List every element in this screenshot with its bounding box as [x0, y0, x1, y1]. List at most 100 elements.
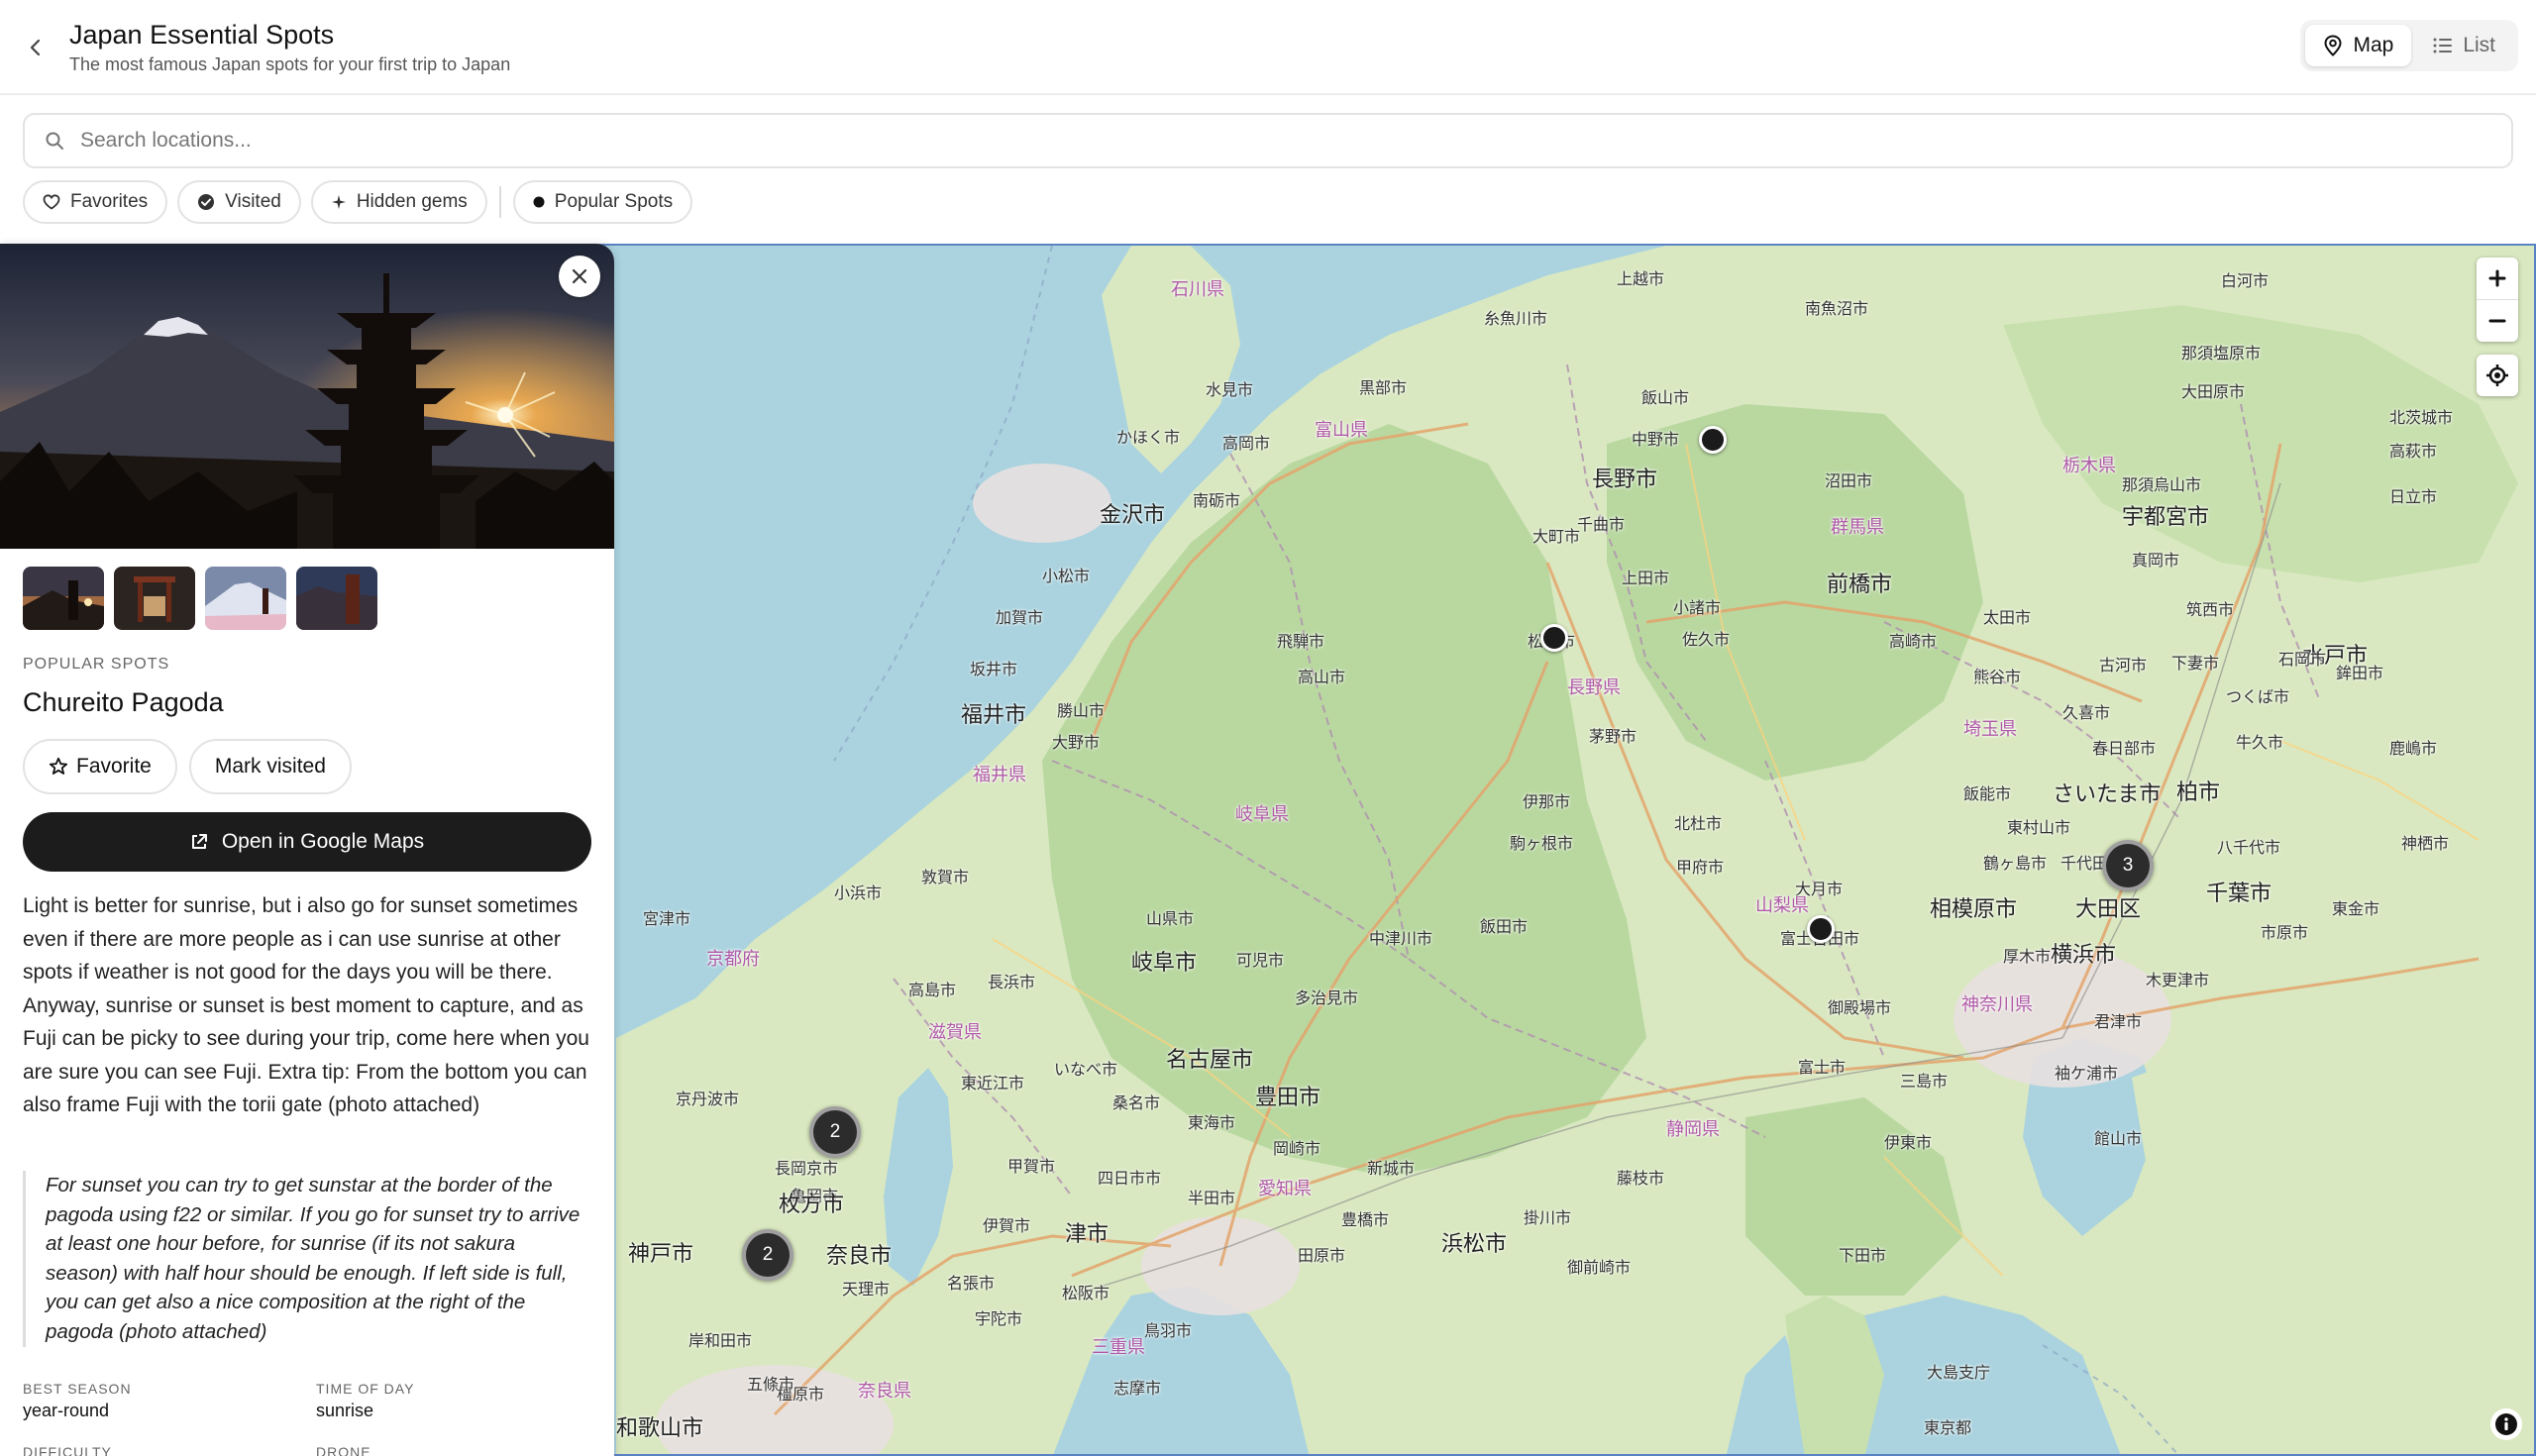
cluster-count: 3	[2122, 855, 2134, 876]
attribution-button[interactable]	[2490, 1408, 2522, 1440]
map-label: 高山市	[1298, 670, 1346, 686]
close-icon	[572, 268, 587, 284]
back-button[interactable]	[18, 30, 53, 65]
map-label: 真岡市	[2132, 553, 2180, 570]
map-label: 伊賀市	[983, 1218, 1031, 1235]
map-marker[interactable]	[1699, 426, 1727, 454]
map-label: 京都府	[706, 949, 760, 969]
map-label: 市原市	[2261, 925, 2309, 942]
list-view-button[interactable]: List	[2415, 25, 2513, 66]
search-input[interactable]	[80, 129, 2458, 153]
map-label: 石川県	[1171, 279, 1224, 299]
close-panel-button[interactable]	[559, 256, 600, 297]
map-label: 厚木市	[2003, 949, 2052, 966]
map-label: 志摩市	[1113, 1381, 1162, 1398]
map-label: 富士市	[1798, 1060, 1847, 1077]
map-label: 天理市	[842, 1282, 891, 1299]
map-label: 津市	[1065, 1221, 1110, 1246]
map-marker[interactable]	[1807, 915, 1835, 943]
map-label: 御前崎市	[1567, 1260, 1632, 1277]
map-label: 三重県	[1092, 1337, 1145, 1357]
map-label: 太田市	[1983, 610, 2032, 627]
sparkle-icon	[331, 195, 346, 209]
map-label: 多治見市	[1295, 990, 1359, 1007]
open-google-maps-button[interactable]: Open in Google Maps	[23, 812, 591, 872]
filter-favorites[interactable]: Favorites	[23, 180, 168, 224]
map-label: 佐久市	[1682, 632, 1731, 649]
map-label: 糸魚川市	[1484, 311, 1548, 328]
thumbnail[interactable]	[205, 567, 286, 630]
map-label: 中野市	[1632, 432, 1680, 449]
map-label: 石岡市	[2278, 652, 2327, 669]
map-label: 沼田市	[1825, 473, 1873, 490]
map-label: 大町市	[1532, 529, 1581, 546]
thumbnail[interactable]	[296, 567, 377, 630]
map-label: 神奈川県	[1961, 994, 2033, 1014]
pagoda-sunset-photo	[0, 244, 614, 549]
map-label: 名古屋市	[1166, 1047, 1254, 1072]
filter-popular-spots[interactable]: Popular Spots	[512, 180, 693, 224]
info-icon	[2495, 1413, 2517, 1435]
spot-description: Light is better for sunrise, but i also …	[23, 894, 589, 1116]
map-label: 長野市	[1592, 467, 1658, 491]
map-label: 上田市	[1622, 571, 1670, 587]
filter-hidden-gems[interactable]: Hidden gems	[310, 180, 487, 224]
map-label: 千葉市	[2206, 881, 2272, 905]
map-label: 前橋市	[1827, 572, 1893, 596]
search-icon	[46, 132, 63, 150]
map-label: 南魚沼市	[1805, 301, 1869, 318]
map-label: 長岡京市	[775, 1161, 839, 1178]
crosshair-icon	[2486, 364, 2508, 386]
map-label: 東近江市	[961, 1076, 1025, 1092]
map-label: つくば市	[2226, 689, 2290, 706]
map-cluster[interactable]: 3	[2102, 840, 2154, 891]
spot-name: Chureito Pagoda	[23, 687, 224, 717]
zoom-out-button[interactable]	[2477, 300, 2518, 342]
map-label: 岸和田市	[688, 1333, 753, 1350]
chevron-left-icon	[30, 39, 41, 56]
map-label: 甲賀市	[1007, 1159, 1056, 1176]
map-label: 木更津市	[2146, 973, 2210, 989]
map-label: 牛久市	[2236, 735, 2284, 752]
filter-visited[interactable]: Visited	[177, 180, 301, 224]
map-label: 伊東市	[1884, 1135, 1933, 1152]
map-label: 横浜市	[2051, 942, 2117, 967]
map-label: 敦賀市	[921, 870, 970, 886]
map-label: 小諸市	[1673, 600, 1722, 617]
map-view-button[interactable]: Map	[2305, 25, 2412, 66]
map-label: 下妻市	[2171, 656, 2220, 673]
map-label: 福井県	[973, 765, 1026, 784]
map-label: 愛知県	[1258, 1179, 1312, 1198]
map-label: 甲府市	[1676, 860, 1725, 877]
map-label: 宇陀市	[975, 1311, 1023, 1328]
map-label: 奈良市	[826, 1243, 893, 1268]
map-label: 静岡県	[1666, 1119, 1720, 1139]
map-label: 宇都宮市	[2122, 504, 2210, 529]
map-label: 四日市市	[1098, 1171, 1162, 1188]
map-label: 南砺市	[1193, 493, 1241, 510]
zoom-in-button[interactable]	[2477, 258, 2518, 299]
map-label: 相模原市	[1930, 896, 2018, 921]
map-label: 長浜市	[988, 975, 1036, 991]
map-label: 御殿場市	[1828, 1000, 1892, 1017]
spot-tip: For sunset you can try to get sunstar at…	[23, 1171, 592, 1347]
thumbnail[interactable]	[23, 567, 104, 630]
map-label: 枚方市	[779, 1192, 845, 1216]
map-label: 北茨城市	[2389, 410, 2454, 427]
mark-visited-button[interactable]: Mark visited	[188, 739, 352, 794]
map-label: 飯田市	[1480, 919, 1529, 936]
map-label: 駒ヶ根市	[1510, 836, 1574, 853]
locate-me-button[interactable]	[2477, 355, 2518, 396]
map-label: 滋賀県	[928, 1022, 982, 1042]
map-cluster[interactable]: 2	[809, 1106, 861, 1158]
map-label: 松阪市	[1062, 1286, 1110, 1302]
map-cluster[interactable]: 2	[742, 1229, 793, 1281]
spot-hero-image	[0, 244, 614, 549]
map-label: 勝山市	[1057, 703, 1106, 720]
map-label: 大島支庁	[1927, 1365, 1991, 1382]
map-label: 千曲市	[1577, 517, 1626, 534]
favorite-button[interactable]: Favorite	[23, 739, 177, 794]
thumbnail[interactable]	[114, 567, 195, 630]
map-label: 山県市	[1146, 911, 1195, 928]
map-marker[interactable]	[1540, 624, 1568, 652]
